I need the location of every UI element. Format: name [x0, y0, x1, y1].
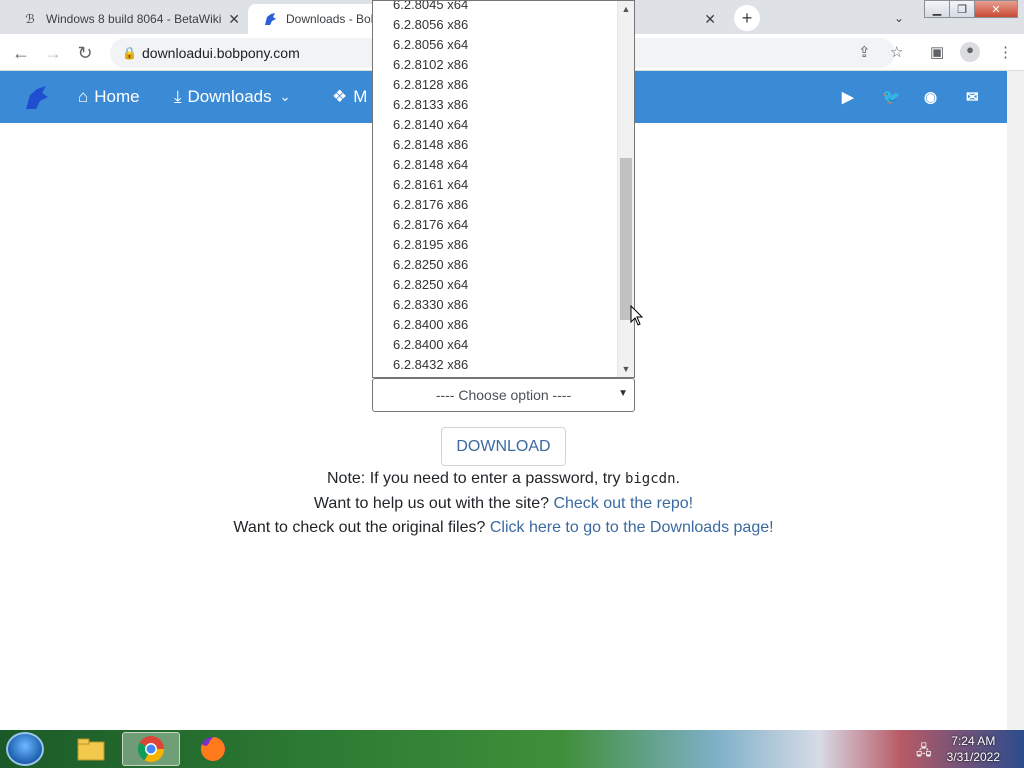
taskbar-clock[interactable]: 7:24 AM 3/31/2022	[947, 733, 1000, 765]
chrome-taskbar-button[interactable]	[122, 732, 180, 766]
tab-betawiki[interactable]: ℬ Windows 8 build 8064 - BetaWiki ✕	[8, 4, 248, 34]
twitter-icon[interactable]: 🐦	[882, 88, 901, 106]
original-files-line: Want to check out the original files? Cl…	[0, 519, 1007, 537]
home-icon: ⌂	[78, 87, 89, 106]
new-tab-button[interactable]: +	[734, 5, 760, 31]
share-icon[interactable]: ⇪	[858, 43, 871, 61]
close-window-button[interactable]: ✕	[974, 0, 1018, 18]
clock-time: 7:24 AM	[951, 734, 996, 748]
scroll-up-icon[interactable]: ▲	[618, 1, 634, 17]
dropdown-option[interactable]: 6.2.8148 x64	[393, 157, 468, 172]
lock-icon: 🔒	[122, 46, 137, 60]
side-panel-icon[interactable]: ▣	[930, 43, 944, 61]
forward-icon[interactable]: →	[40, 40, 66, 66]
download-button[interactable]: DOWNLOAD	[441, 427, 566, 466]
explorer-taskbar-button[interactable]	[62, 732, 120, 766]
note-prefix: Note: If you need to enter a password, t…	[327, 470, 621, 487]
orig-text: Want to check out the original files?	[233, 519, 486, 536]
build-select[interactable]: ---- Choose option ---- ▼	[372, 378, 635, 412]
firefox-icon	[200, 737, 225, 761]
nav-downloads[interactable]: ⤓ Downloads ⌄	[174, 87, 291, 107]
password-note: Note: If you need to enter a password, t…	[0, 470, 1007, 488]
download-icon: ⤓	[174, 87, 182, 106]
chevron-down-icon: ▼	[618, 388, 628, 399]
close-tab-icon[interactable]: ✕	[228, 11, 240, 28]
downloads-page-link[interactable]: Click here to go to the Downloads page!	[490, 519, 774, 536]
menu-kebab-icon[interactable]: ⋮	[998, 43, 1013, 61]
dropdown-option[interactable]: 6.2.8148 x86	[393, 137, 468, 152]
dropdown-option[interactable]: 6.2.8045 x64	[393, 1, 468, 12]
url-text: downloadui.bobpony.com	[142, 45, 300, 61]
dropdown-option[interactable]: 6.2.8176 x86	[393, 197, 468, 212]
clock-date: 3/31/2022	[946, 750, 1000, 764]
minimize-button[interactable]: ▁	[924, 0, 950, 18]
tab-third[interactable]: ✕	[634, 4, 724, 34]
build-dropdown-list[interactable]: 6.2.8045 x64 6.2.8056 x86 6.2.8056 x64 6.2…	[372, 0, 635, 378]
tab-title: Downloads - Bob	[286, 12, 378, 26]
bobpony-icon	[262, 11, 278, 27]
folder-icon	[77, 738, 105, 761]
nav-more[interactable]: ❖ M	[332, 87, 367, 107]
window-controls: ▁ ❐ ✕	[924, 0, 1018, 18]
back-icon[interactable]: ←	[8, 40, 34, 66]
dropdown-option[interactable]: 6.2.8432 x86	[393, 357, 468, 372]
windows-taskbar: 🖧 7:24 AM 3/31/2022	[0, 730, 1024, 768]
discord-icon[interactable]: ◉	[924, 88, 937, 106]
dropdown-option[interactable]: 6.2.8400 x86	[393, 317, 468, 332]
note-code: bigcdn	[624, 471, 676, 487]
select-placeholder: ---- Choose option ----	[435, 387, 572, 403]
network-icon[interactable]: 🖧	[916, 740, 932, 764]
dropdown-option[interactable]: 6.2.8176 x64	[393, 217, 468, 232]
chrome-icon	[137, 736, 165, 763]
nav-home[interactable]: ⌂ Home	[78, 87, 140, 107]
dropdown-option[interactable]: 6.2.8250 x64	[393, 277, 468, 292]
dropdown-option[interactable]: 6.2.8400 x64	[393, 337, 468, 352]
page-scrollbar[interactable]	[1007, 71, 1024, 730]
firefox-taskbar-button[interactable]	[184, 732, 242, 766]
dropdown-option[interactable]: 6.2.8133 x86	[393, 97, 468, 112]
repo-link[interactable]: Check out the repo!	[553, 495, 693, 512]
nav-more-label: M	[353, 87, 368, 106]
start-button[interactable]	[6, 732, 44, 766]
dropdown-option[interactable]: 6.2.8330 x86	[393, 297, 468, 312]
dropdown-option[interactable]: 6.2.8056 x86	[393, 17, 468, 32]
mail-icon[interactable]: ✉	[966, 88, 979, 106]
chevron-down-icon: ⌄	[279, 89, 291, 104]
dropdown-option[interactable]: 6.2.8250 x86	[393, 257, 468, 272]
dropdown-option[interactable]: 6.2.8161 x64	[393, 177, 468, 192]
profile-avatar[interactable]: ●	[960, 42, 980, 62]
scrollbar-thumb[interactable]	[620, 158, 632, 320]
youtube-icon[interactable]: ▶	[842, 88, 854, 106]
betawiki-icon: ℬ	[25, 12, 35, 26]
dropdown-option[interactable]: 6.2.8195 x86	[393, 237, 468, 252]
tab-search-icon[interactable]: ⌄	[886, 6, 912, 30]
close-tab-icon[interactable]: ✕	[704, 11, 716, 28]
help-text: Want to help us out with the site?	[313, 495, 549, 512]
site-logo[interactable]	[22, 83, 50, 116]
nav-downloads-label: Downloads	[187, 87, 272, 106]
scroll-down-icon[interactable]: ▼	[618, 361, 634, 377]
tab-title: Windows 8 build 8064 - BetaWiki	[46, 12, 222, 26]
mouse-cursor-icon	[630, 305, 644, 326]
note-suffix: .	[675, 470, 680, 487]
restore-button[interactable]: ❐	[949, 0, 975, 18]
dropdown-option[interactable]: 6.2.8056 x64	[393, 37, 468, 52]
nav-home-label: Home	[94, 87, 140, 106]
dropdown-option[interactable]: 6.2.8102 x86	[393, 57, 468, 72]
cubes-icon: ❖	[332, 87, 348, 106]
reload-icon[interactable]: ↻	[72, 40, 98, 66]
dropdown-option[interactable]: 6.2.8140 x64	[393, 117, 468, 132]
bookmark-star-icon[interactable]: ☆	[890, 43, 903, 61]
tab-downloads[interactable]: Downloads - Bob	[248, 4, 378, 34]
help-line: Want to help us out with the site? Check…	[0, 495, 1007, 513]
dropdown-option[interactable]: 6.2.8128 x86	[393, 77, 468, 92]
